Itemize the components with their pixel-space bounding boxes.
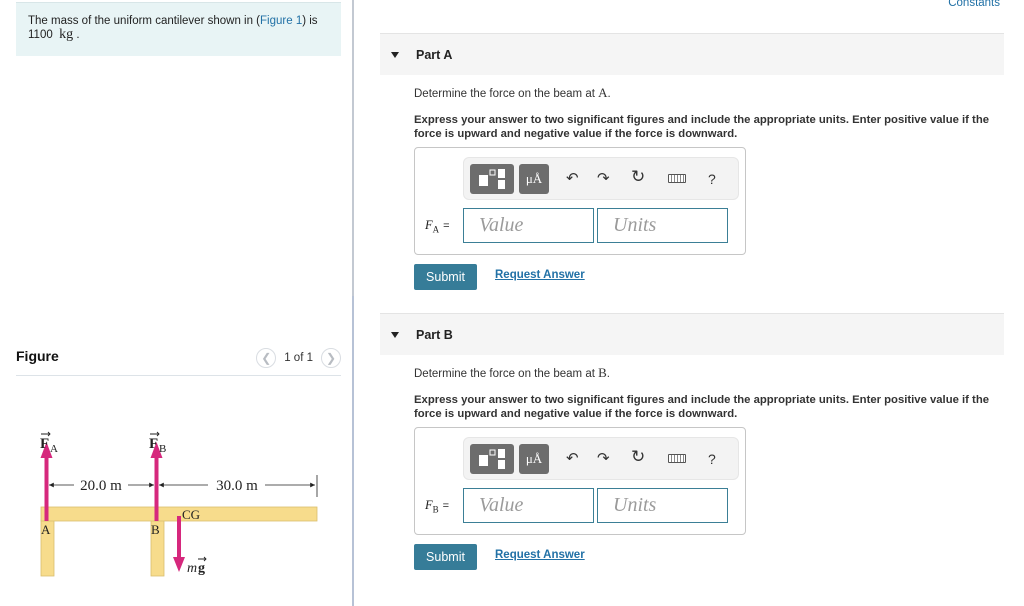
part-b-body: Determine the force on the beam at B. Ex…	[414, 365, 1014, 421]
constants-link[interactable]: Constants	[948, 0, 1000, 9]
question-point: A	[598, 85, 608, 100]
cantilever-figure: 20.0 m 30.0 m F A F B A B CG m g	[0, 420, 352, 590]
undo-icon[interactable]: ↶	[566, 450, 579, 468]
part-a-title: Part A	[416, 47, 453, 62]
math-toolbar: μÅ ↶ ↷ ↻ ?	[463, 437, 739, 480]
question-text: Determine the force on the beam at	[414, 88, 599, 100]
figure-header: Figure ❮ 1 of 1 ❯	[16, 346, 341, 376]
part-b-variable-label: FB =	[425, 498, 449, 515]
undo-icon[interactable]: ↶	[566, 170, 579, 188]
support-a-label: A	[41, 522, 51, 537]
question-suffix: .	[606, 368, 610, 380]
question-point: B	[598, 365, 607, 380]
part-a-variable-label: FA =	[425, 218, 450, 235]
help-button[interactable]: ?	[708, 170, 716, 188]
part-b-title: Part B	[416, 327, 453, 342]
math-toolbar: μÅ ↶ ↷ ↻ ?	[463, 157, 739, 200]
support-b-label: B	[151, 522, 160, 537]
cantilever-diagram: 20.0 m 30.0 m F A F B A B CG m g	[40, 431, 318, 577]
left-pane: The mass of the uniform cantilever shown…	[0, 0, 352, 606]
question-suffix: .	[607, 88, 611, 100]
force-b-label: F	[149, 436, 158, 452]
redo-icon[interactable]: ↷	[597, 450, 610, 468]
question-text: Determine the force on the beam at	[414, 368, 599, 380]
cg-label: CG	[182, 507, 200, 522]
units-button[interactable]: μÅ	[519, 444, 549, 474]
figure-title: Figure	[16, 348, 59, 364]
figure-pager: ❮ 1 of 1 ❯	[256, 348, 341, 368]
collapse-triangle-icon	[391, 331, 399, 338]
figure-page-count: 1 of 1	[284, 352, 313, 364]
chevron-right-icon: ❯	[325, 351, 337, 365]
weight-label-m: m	[187, 561, 197, 576]
problem-text: The mass of the uniform cantilever shown…	[28, 15, 261, 27]
part-a-submit-button[interactable]: Submit	[414, 264, 477, 290]
redo-icon[interactable]: ↷	[597, 170, 610, 188]
keyboard-icon[interactable]	[668, 454, 686, 463]
equals-sign: =	[442, 500, 450, 512]
help-button[interactable]: ?	[708, 450, 716, 468]
dimension-label-1: 20.0 m	[80, 478, 122, 494]
part-a-instructions: Express your answer to two significant f…	[414, 114, 989, 140]
next-figure-button[interactable]: ❯	[321, 348, 341, 368]
keyboard-icon[interactable]	[668, 174, 686, 183]
part-b-value-input[interactable]	[463, 488, 594, 523]
chevron-left-icon: ❮	[261, 351, 272, 365]
part-a-question: Determine the force on the beam at A.	[414, 85, 1014, 101]
variable-symbol: F	[425, 498, 433, 512]
templates-button[interactable]	[470, 164, 514, 194]
weight-label-g: g	[198, 561, 205, 576]
part-b-answer-box: μÅ ↶ ↷ ↻ ? FB =	[414, 427, 746, 535]
problem-statement: The mass of the uniform cantilever shown…	[16, 2, 341, 56]
equals-sign: =	[443, 220, 450, 232]
templates-icon	[479, 449, 505, 469]
part-a-body: Determine the force on the beam at A. Ex…	[414, 85, 1014, 141]
mass-unit: kg	[59, 27, 74, 42]
prev-figure-button[interactable]: ❮	[256, 348, 277, 368]
part-a-answer-box: μÅ ↶ ↷ ↻ ? FA =	[414, 147, 746, 255]
part-a-value-input[interactable]	[463, 208, 594, 243]
weight-arrow	[173, 516, 185, 572]
force-a-sub: A	[50, 443, 58, 455]
mass-trailing: .	[76, 29, 80, 41]
reset-icon[interactable]: ↻	[631, 448, 645, 466]
problem-text-after: ) is	[302, 15, 318, 27]
reset-icon[interactable]: ↻	[631, 168, 645, 186]
force-b-sub: B	[159, 443, 166, 455]
figure-link[interactable]: Figure 1	[260, 15, 302, 27]
templates-icon	[479, 169, 505, 189]
dimension-label-2: 30.0 m	[216, 478, 258, 494]
pane-scrollbar[interactable]	[352, 296, 354, 606]
variable-subscript: B	[432, 504, 439, 515]
part-b-question: Determine the force on the beam at B.	[414, 365, 1014, 381]
variable-subscript: A	[432, 224, 440, 235]
collapse-triangle-icon	[391, 51, 399, 58]
mass-value: 1100	[28, 29, 53, 41]
part-b-units-input[interactable]	[597, 488, 728, 523]
part-b-header[interactable]: Part B	[380, 313, 1004, 355]
variable-symbol: F	[425, 218, 433, 232]
part-b-submit-button[interactable]: Submit	[414, 544, 477, 570]
templates-button[interactable]	[470, 444, 514, 474]
units-button[interactable]: μÅ	[519, 164, 549, 194]
part-b-request-answer-link[interactable]: Request Answer	[495, 549, 585, 561]
part-a-header[interactable]: Part A	[380, 33, 1004, 75]
part-a-request-answer-link[interactable]: Request Answer	[495, 269, 585, 281]
force-a-label: F	[40, 436, 49, 452]
part-a-units-input[interactable]	[597, 208, 728, 243]
part-b-instructions: Express your answer to two significant f…	[414, 394, 989, 420]
